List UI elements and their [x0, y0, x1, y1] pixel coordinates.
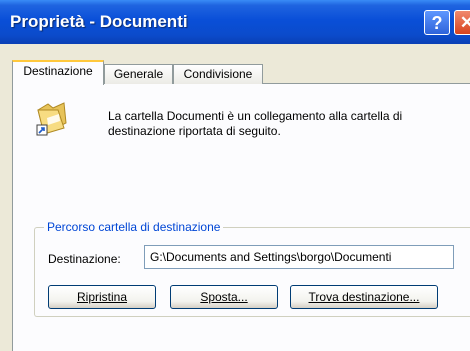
- destination-label: Destinazione:: [48, 252, 121, 266]
- description-text: La cartella Documenti è un collegamento …: [108, 109, 403, 138]
- tab-condivisione[interactable]: Condivisione: [173, 64, 263, 84]
- find-destination-button[interactable]: Trova destinazione...: [290, 285, 438, 309]
- title-bar[interactable]: Proprietà - Documenti ? ✕: [0, 0, 470, 44]
- restore-button-label: Ripristina: [76, 290, 127, 304]
- destination-input[interactable]: [144, 245, 454, 269]
- find-destination-button-label: Trova destinazione...: [308, 290, 420, 304]
- window-title: Proprietà - Documenti: [10, 12, 188, 31]
- tab-destinazione[interactable]: Destinazione: [12, 60, 104, 85]
- group-title: Percorso cartella di destinazione: [44, 220, 224, 234]
- folder-shortcut-icon: [36, 102, 67, 136]
- tab-strip: Destinazione Generale Condivisione: [12, 60, 470, 85]
- move-button-label: Sposta...: [200, 290, 248, 304]
- properties-window: Proprietà - Documenti ? ✕ Destinazione G…: [0, 0, 470, 351]
- close-button[interactable]: ✕: [454, 10, 470, 35]
- restore-button[interactable]: Ripristina: [48, 285, 156, 309]
- move-button[interactable]: Sposta...: [170, 285, 278, 309]
- tab-generale[interactable]: Generale: [104, 64, 173, 84]
- help-button[interactable]: ?: [424, 10, 450, 35]
